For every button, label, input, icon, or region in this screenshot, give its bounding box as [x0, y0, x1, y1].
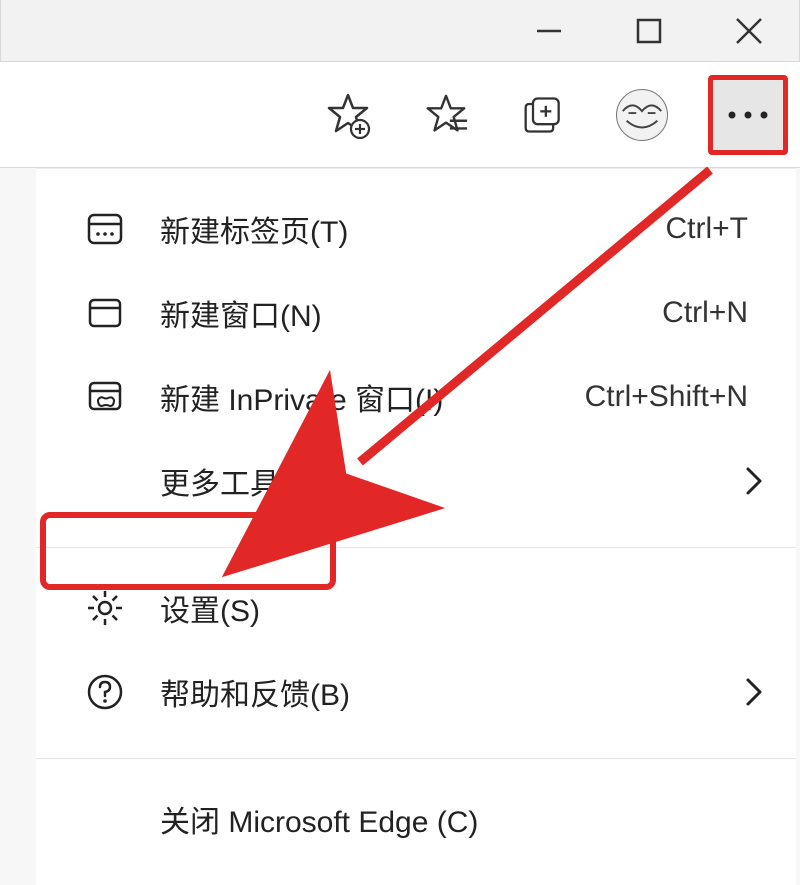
menu-item-shortcut: Ctrl+N: [662, 296, 748, 330]
menu-item-settings[interactable]: 设置(S): [36, 566, 796, 650]
close-icon: [734, 16, 764, 46]
menu-item-label: 设置(S): [160, 586, 766, 630]
close-button[interactable]: [699, 0, 799, 61]
menu-item-label: 更多工具(L): [160, 459, 742, 503]
profile-button[interactable]: [610, 83, 674, 147]
help-icon: [84, 671, 126, 713]
minimize-icon: [535, 17, 563, 45]
menu-item-more-tools[interactable]: 更多工具(L): [36, 439, 796, 523]
favorites-button[interactable]: [414, 83, 478, 147]
collections-button[interactable]: [512, 83, 576, 147]
menu-item-label: 关闭 Microsoft Edge (C): [160, 797, 766, 841]
add-favorite-button[interactable]: [316, 83, 380, 147]
gear-icon: [84, 587, 126, 629]
profile-avatar-icon: [616, 89, 668, 141]
menu-item-help[interactable]: 帮助和反馈(B): [36, 650, 796, 734]
menu-item-close-edge[interactable]: 关闭 Microsoft Edge (C): [36, 777, 796, 861]
menu-item-new-tab[interactable]: 新建标签页(T) Ctrl+T: [36, 187, 796, 271]
new-window-icon: [84, 292, 126, 334]
collections-icon: [522, 93, 566, 137]
menu-item-label: 新建标签页(T): [160, 207, 666, 251]
menu-item-label: 新建 InPrivate 窗口(I): [160, 375, 585, 419]
chevron-right-icon: [742, 466, 766, 496]
menu-item-new-window[interactable]: 新建窗口(N) Ctrl+N: [36, 271, 796, 355]
menu-item-label: 帮助和反馈(B): [160, 670, 742, 714]
menu-section-2: 设置(S) 帮助和反馈(B): [36, 548, 796, 759]
new-tab-icon: [84, 208, 126, 250]
browser-toolbar: [0, 62, 800, 168]
star-plus-icon: [324, 91, 372, 139]
maximize-icon: [635, 17, 663, 45]
window-titlebar: [0, 0, 800, 62]
more-options-menu: 新建标签页(T) Ctrl+T 新建窗口(N) Ctrl+N: [36, 168, 796, 885]
menu-item-shortcut: Ctrl+Shift+N: [585, 380, 748, 414]
chevron-right-icon: [742, 677, 766, 707]
menu-item-new-inprivate[interactable]: 新建 InPrivate 窗口(I) Ctrl+Shift+N: [36, 355, 796, 439]
minimize-button[interactable]: [499, 0, 599, 61]
inprivate-icon: [84, 376, 126, 418]
more-horizontal-icon: [726, 109, 770, 121]
menu-section-3: 关闭 Microsoft Edge (C): [36, 759, 796, 885]
more-options-button[interactable]: [708, 75, 788, 155]
favorites-list-icon: [423, 92, 469, 138]
menu-item-label: 新建窗口(N): [160, 291, 662, 335]
menu-section-1: 新建标签页(T) Ctrl+T 新建窗口(N) Ctrl+N: [36, 169, 796, 548]
maximize-button[interactable]: [599, 0, 699, 61]
menu-item-shortcut: Ctrl+T: [666, 212, 749, 246]
